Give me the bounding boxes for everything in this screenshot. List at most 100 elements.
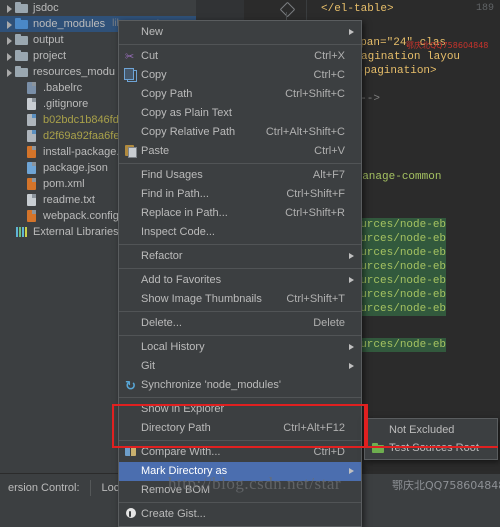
menu-arrow-placeholder <box>345 314 355 333</box>
github-icon <box>123 507 141 522</box>
submenu-item-label: Not Excluded <box>389 424 455 436</box>
menu-item-label: Refactor <box>141 250 183 262</box>
sync-icon <box>123 376 141 395</box>
menu-separator <box>119 44 361 45</box>
menu-item-copy-path[interactable]: Copy Path Ctrl+Shift+C <box>119 85 361 104</box>
folder-grey-icon <box>15 1 29 15</box>
menu-item-show-in-explorer[interactable]: Show in Explorer <box>119 400 361 419</box>
menu-item-shortcut: Ctrl+Shift+T <box>286 293 345 305</box>
submenu-item-not-excluded[interactable]: Not Excluded <box>365 421 497 439</box>
folder-blue-icon <box>15 17 29 31</box>
file-json-icon <box>25 161 39 175</box>
file-unknown-icon <box>25 129 39 143</box>
menu-item-label: Git <box>141 360 156 372</box>
menu-item-label: Replace in Path... <box>141 207 228 219</box>
file-js-icon <box>25 145 39 159</box>
expand-arrow-icon[interactable] <box>4 16 15 32</box>
menu-item-paste[interactable]: Paste Ctrl+V <box>119 142 361 161</box>
menu-item-find-usages[interactable]: Find Usages Alt+F7 <box>119 166 361 185</box>
menu-item-copy[interactable]: Copy Ctrl+C <box>119 66 361 85</box>
tree-item-label: webpack.config. <box>43 210 122 222</box>
context-menu[interactable]: New Cut Ctrl+X Copy Ctrl+C Copy Path Ctrl+Shif… <box>118 20 362 527</box>
menu-item-create-gist[interactable]: Create Gist... <box>119 505 361 524</box>
copy-icon <box>123 68 141 83</box>
menu-item-inspect-code[interactable]: Inspect Code... <box>119 223 361 242</box>
menu-icon-placeholder <box>123 340 141 355</box>
folder-grey-icon <box>15 49 29 63</box>
folder-grey-icon <box>15 33 29 47</box>
gutter-line-number: 189 <box>475 3 494 14</box>
menu-item-label: Delete... <box>141 317 182 329</box>
menu-item-git[interactable]: Git <box>119 357 361 376</box>
tree-item-jsdoc[interactable]: jsdoc <box>0 0 196 16</box>
tree-item-label: package.json <box>43 162 108 174</box>
tree-item-label: d2f69a92faa6fe5 <box>43 130 126 142</box>
menu-item-add-to-favorites[interactable]: Add to Favorites <box>119 271 361 290</box>
version-control-label: ersion Control: <box>8 482 80 494</box>
menu-arrow-placeholder <box>345 166 355 185</box>
annotation-connector-vertical <box>364 404 366 448</box>
menu-item-new[interactable]: New <box>119 23 361 42</box>
menu-arrow-placeholder <box>345 204 355 223</box>
menu-arrow-placeholder <box>345 419 355 438</box>
menu-item-compare-with[interactable]: Compare With... Ctrl+D <box>119 443 361 462</box>
submenu-arrow-icon <box>345 462 355 481</box>
code-folding-marker-icon[interactable] <box>279 1 296 18</box>
tree-item-label: jsdoc <box>33 2 59 14</box>
menu-separator <box>119 440 361 441</box>
menu-item-find-in-path[interactable]: Find in Path... Ctrl+Shift+F <box>119 185 361 204</box>
menu-item-label: Synchronize 'node_modules' <box>141 379 281 391</box>
test-root-icon <box>371 441 389 456</box>
editor-watermark: 鄂庆北QQ758604848 <box>406 41 489 50</box>
menu-arrow-placeholder <box>345 185 355 204</box>
menu-icon-placeholder <box>123 292 141 307</box>
menu-item-refactor[interactable]: Refactor <box>119 247 361 266</box>
menu-arrow-placeholder <box>345 123 355 142</box>
paste-icon <box>123 144 141 159</box>
menu-separator <box>119 244 361 245</box>
tree-item-label: External Libraries <box>33 226 119 238</box>
menu-separator <box>119 397 361 398</box>
menu-arrow-placeholder <box>345 443 355 462</box>
menu-item-delete[interactable]: Delete... Delete <box>119 314 361 333</box>
menu-item-directory-path[interactable]: Directory Path Ctrl+Alt+F12 <box>119 419 361 438</box>
submenu-arrow-icon <box>345 338 355 357</box>
expand-arrow-icon[interactable] <box>4 32 15 48</box>
code-line: </el-table> <box>321 3 394 15</box>
menu-item-shortcut: Ctrl+Shift+F <box>286 188 345 200</box>
menu-item-cut[interactable]: Cut Ctrl+X <box>119 47 361 67</box>
expand-arrow-icon[interactable] <box>4 48 15 64</box>
expand-arrow-icon[interactable] <box>4 64 15 80</box>
menu-item-replace-in-path[interactable]: Replace in Path... Ctrl+Shift+R <box>119 204 361 223</box>
menu-item-copy-relative-path[interactable]: Copy Relative Path Ctrl+Alt+Shift+C <box>119 123 361 142</box>
menu-item-label: Cut <box>141 50 159 62</box>
menu-icon-placeholder <box>123 225 141 240</box>
menu-arrow-placeholder <box>345 400 355 419</box>
submenu-arrow-icon <box>345 357 355 376</box>
menu-arrow-placeholder <box>345 104 355 123</box>
menu-arrow-placeholder <box>345 481 355 500</box>
menu-item-label: Inspect Code... <box>141 226 215 238</box>
menu-item-show-image-thumbnails[interactable]: Show Image Thumbnails Ctrl+Shift+T <box>119 290 361 309</box>
tree-item-label: .gitignore <box>43 98 89 110</box>
file-unknown-icon <box>25 113 39 127</box>
menu-item-copy-as-plain-text[interactable]: Copy as Plain Text <box>119 104 361 123</box>
menu-icon-placeholder <box>123 402 141 417</box>
divider <box>89 480 91 496</box>
menu-arrow-placeholder <box>345 85 355 104</box>
menu-icon-placeholder <box>123 359 141 374</box>
menu-item-synchronize-node-modules[interactable]: Synchronize 'node_modules' <box>119 376 361 395</box>
submenu-arrow-icon <box>345 247 355 266</box>
menu-item-shortcut: Ctrl+Alt+F12 <box>283 422 345 434</box>
submenu-item-test-sources-root[interactable]: Test Sources Root <box>365 439 497 457</box>
mark-directory-as-submenu[interactable]: Not Excluded Test Sources Root <box>364 418 498 460</box>
menu-item-local-history[interactable]: Local History <box>119 338 361 357</box>
menu-item-shortcut: Delete <box>313 317 345 329</box>
menu-icon-placeholder <box>123 168 141 183</box>
menu-arrow-placeholder <box>345 47 355 66</box>
tree-item-label: b02bdc1b846fd0 <box>43 114 125 126</box>
menu-icon-placeholder <box>123 483 141 498</box>
expand-arrow-icon[interactable] <box>4 0 15 16</box>
tree-item-label: output <box>33 34 64 46</box>
